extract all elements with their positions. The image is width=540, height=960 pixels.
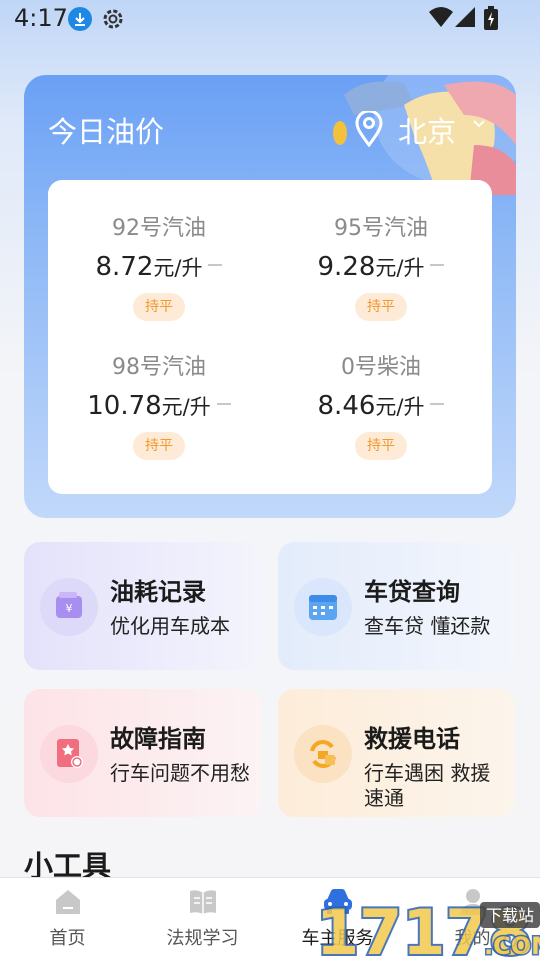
price-unit: 元/升 [375,395,425,419]
download-icon [68,7,92,31]
site-watermark: 17178 .COM 下载站 [314,888,540,960]
flat-trend-icon [216,402,231,405]
watermark-suffix: .COM [484,932,540,960]
svg-text:¥: ¥ [66,602,73,615]
fuel-name: 92号汽油 [112,216,206,241]
wallet-icon: ¥ [40,578,98,636]
price-unit: 元/升 [153,256,203,280]
battery-icon [484,6,498,30]
price-value: 10.78 [87,391,162,421]
price-value: 8.72 [95,252,154,282]
feature-title: 救援电话 [364,725,460,753]
city-selector[interactable]: 北京 [398,109,456,151]
price-cell-diesel: 0号柴油 8.46元/升 持平 [270,319,492,460]
price-value: 9.28 [317,252,376,282]
trend-badge: 持平 [355,432,407,460]
fuel-record-card[interactable]: ¥ 油耗记录 优化用车成本 [24,542,261,670]
home-icon [56,890,80,914]
price-unit: 元/升 [161,395,211,419]
price-unit: 元/升 [375,256,425,280]
feature-subtitle: 优化用车成本 [110,614,230,638]
status-time: 4:17 [14,4,68,32]
flat-trend-icon [430,263,445,266]
oil-price-card: 今日油价 北京 92号汽油 8.72元/升 持平 95号汽油 9.28元/升 持… [24,75,516,518]
guide-book-icon [40,725,98,783]
feature-title: 车贷查询 [364,578,460,606]
calendar-icon [294,578,352,636]
price-cell-98: 98号汽油 10.78元/升 持平 [48,319,270,460]
fuel-name: 0号柴油 [341,355,421,380]
rescue-icon [294,725,352,783]
nav-regulations[interactable]: 法规学习 [135,878,270,960]
signal-icon [455,7,475,27]
feature-subtitle: 行车问题不用愁 [110,761,250,785]
price-cell-92: 92号汽油 8.72元/升 持平 [48,180,270,321]
book-icon [190,890,216,914]
trend-badge: 持平 [355,293,407,321]
rescue-phone-card[interactable]: 救援电话 行车遇困 救援速通 [278,689,515,817]
location-pin-icon [355,111,383,147]
flat-trend-icon [208,263,223,266]
chevron-down-icon[interactable] [472,119,486,129]
fault-guide-card[interactable]: 故障指南 行车问题不用愁 [24,689,261,817]
price-panel: 92号汽油 8.72元/升 持平 95号汽油 9.28元/升 持平 98号汽油 … [48,180,492,494]
fuel-name: 95号汽油 [334,216,428,241]
feature-title: 油耗记录 [110,578,206,606]
settings-gear-icon [103,9,123,29]
feature-subtitle: 查车贷 懂还款 [364,614,491,638]
trend-badge: 持平 [133,432,185,460]
price-cell-95: 95号汽油 9.28元/升 持平 [270,180,492,321]
feature-title: 故障指南 [110,725,206,753]
nav-label: 法规学习 [166,928,239,949]
wifi-icon [429,7,453,27]
watermark-tag: 下载站 [486,906,534,925]
nav-label: 首页 [49,928,86,949]
price-value: 8.46 [317,391,376,421]
feature-subtitle: 行车遇困 救援速通 [364,761,491,810]
car-loan-card[interactable]: 车贷查询 查车贷 懂还款 [278,542,515,670]
trend-badge: 持平 [133,293,185,321]
fuel-name: 98号汽油 [112,355,206,380]
flat-trend-icon [430,402,445,405]
nav-home[interactable]: 首页 [0,878,135,960]
oil-price-title: 今日油价 [48,115,165,149]
status-bar: 4:17 [0,0,540,40]
